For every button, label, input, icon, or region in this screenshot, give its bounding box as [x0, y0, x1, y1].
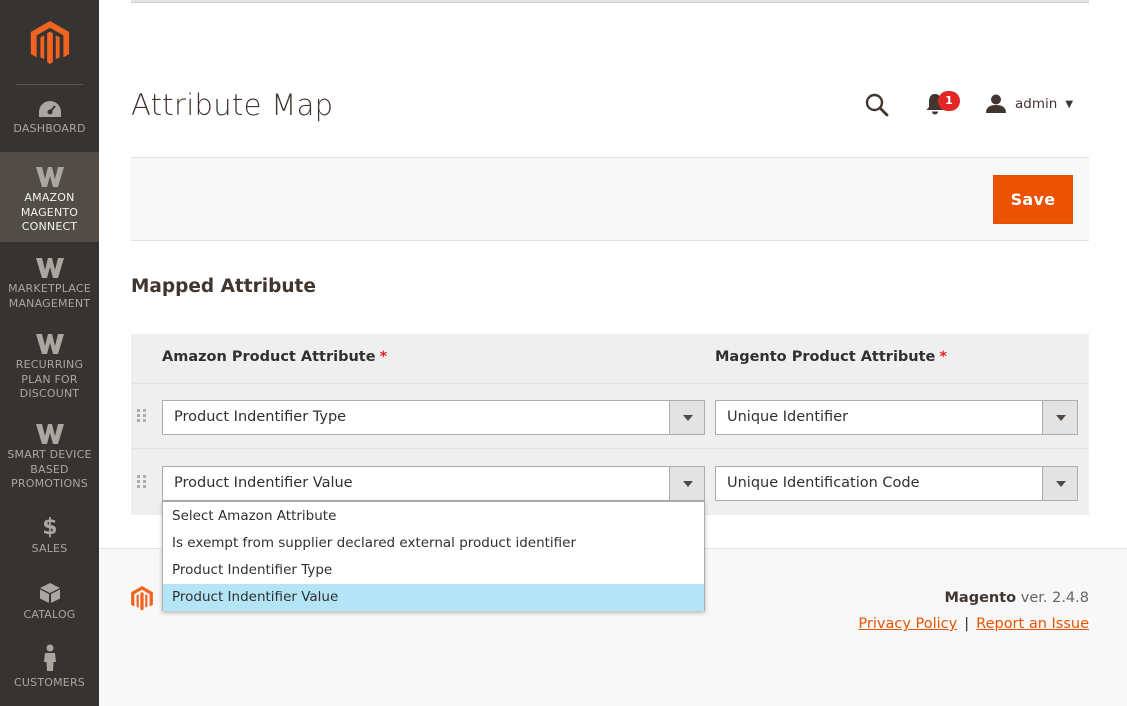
- admin-username: admin: [1015, 96, 1058, 112]
- sidebar-item-label: DASHBOARD: [13, 122, 86, 135]
- magento-logo-icon: [30, 20, 69, 64]
- admin-user-menu[interactable]: admin ▼: [985, 92, 1073, 116]
- sidebar-item-smart-device-promotions[interactable]: SMART DEVICE BASED PROMOTIONS: [0, 424, 99, 494]
- sidebar-item-customers[interactable]: CUSTOMERS: [0, 644, 99, 692]
- chevron-down-icon: [669, 467, 704, 500]
- amazon-attribute-select[interactable]: Product Indentifier Type: [162, 400, 705, 435]
- admin-sidebar: DASHBOARD AMAZON MAGENTO CONNECT MARKETP…: [0, 0, 99, 706]
- amazon-attribute-select[interactable]: Product Indentifier Value: [162, 466, 705, 501]
- magento-attribute-select[interactable]: Unique Identifier: [715, 400, 1078, 435]
- dropdown-option[interactable]: Is exempt from supplier declared externa…: [163, 530, 704, 557]
- required-asterisk: *: [379, 349, 388, 365]
- amazon-attribute-dropdown-list: Select Amazon Attribute Is exempt from s…: [162, 501, 705, 611]
- sidebar-item-label: MARKETPLACE MANAGEMENT: [8, 282, 91, 310]
- sidebar-item-label: CUSTOMERS: [14, 676, 85, 689]
- chevron-down-icon: [669, 401, 704, 434]
- footer-brand: Magento: [944, 590, 1017, 606]
- sidebar-item-label: RECURRING PLAN FOR DISCOUNT: [15, 358, 84, 400]
- chevron-down-icon: [1042, 467, 1077, 500]
- sidebar-item-label: SMART DEVICE BASED PROMOTIONS: [7, 448, 92, 490]
- report-issue-link[interactable]: Report an Issue: [976, 616, 1089, 632]
- sidebar-item-amazon-magento-connect[interactable]: AMAZON MAGENTO CONNECT: [0, 152, 99, 242]
- page-actions-bar: Save: [131, 157, 1089, 241]
- w-logo-icon: [35, 258, 64, 278]
- sidebar-item-marketplace-management[interactable]: MARKETPLACE MANAGEMENT: [0, 258, 99, 314]
- page-title: Attribute Map: [131, 88, 334, 122]
- person-icon: [43, 644, 56, 671]
- cube-icon: [39, 583, 60, 603]
- w-logo-icon: [35, 167, 64, 187]
- magento-logo[interactable]: [0, 0, 99, 85]
- notifications-count-badge[interactable]: 1: [938, 91, 960, 111]
- attribute-mapping-grid: Amazon Product Attribute * Magento Produc…: [131, 334, 1089, 515]
- required-asterisk: *: [939, 349, 947, 365]
- sidebar-item-catalog[interactable]: CATALOG: [0, 582, 99, 626]
- sidebar-item-label: SALES: [31, 542, 68, 555]
- footer-version-number: ver. 2.4.8: [1020, 590, 1089, 606]
- section-title: Mapped Attribute: [131, 276, 316, 297]
- magento-attribute-select[interactable]: Unique Identification Code: [715, 466, 1078, 501]
- dashboard-gauge-icon: [38, 101, 61, 117]
- sidebar-item-dashboard[interactable]: DASHBOARD: [0, 100, 99, 144]
- column-header-amazon-attribute: Amazon Product Attribute *: [162, 349, 388, 365]
- magento-logo-icon: [131, 586, 153, 611]
- save-button[interactable]: Save: [993, 175, 1073, 224]
- global-search-button[interactable]: [864, 92, 892, 120]
- dropdown-option-selected[interactable]: Product Indentifier Value: [163, 584, 704, 611]
- footer-links: Privacy Policy | Report an Issue: [858, 616, 1089, 632]
- svg-text:$: $: [42, 515, 58, 538]
- drag-handle-icon[interactable]: [136, 474, 148, 492]
- user-icon: [986, 94, 1006, 113]
- dropdown-option[interactable]: Product Indentifier Type: [163, 557, 704, 584]
- sidebar-item-recurring-plan[interactable]: RECURRING PLAN FOR DISCOUNT: [0, 334, 99, 404]
- sidebar-item-label: AMAZON MAGENTO CONNECT: [20, 191, 79, 233]
- column-header-magento-attribute: Magento Product Attribute *: [715, 349, 947, 365]
- w-logo-icon: [35, 334, 64, 354]
- chevron-down-icon: ▼: [1065, 98, 1074, 110]
- footer-version: Magento ver. 2.4.8: [944, 590, 1089, 606]
- privacy-policy-link[interactable]: Privacy Policy: [858, 616, 957, 632]
- sidebar-item-sales[interactable]: $ SALES: [0, 514, 99, 558]
- grid-header: Amazon Product Attribute * Magento Produc…: [131, 334, 1089, 384]
- dollar-icon: $: [42, 515, 58, 538]
- table-row: Product Indentifier Type Unique Identifi…: [131, 384, 1089, 449]
- w-logo-icon: [35, 424, 64, 444]
- chevron-down-icon: [1042, 401, 1077, 434]
- search-icon: [865, 93, 889, 117]
- footer-magento-logo: [131, 586, 153, 615]
- dropdown-option[interactable]: Select Amazon Attribute: [163, 503, 704, 530]
- sidebar-divider: [16, 84, 83, 85]
- footer-link-separator: |: [964, 616, 970, 632]
- sidebar-item-label: CATALOG: [23, 608, 76, 621]
- top-scroll-edge: [131, 0, 1089, 3]
- drag-handle-icon[interactable]: [136, 408, 148, 426]
